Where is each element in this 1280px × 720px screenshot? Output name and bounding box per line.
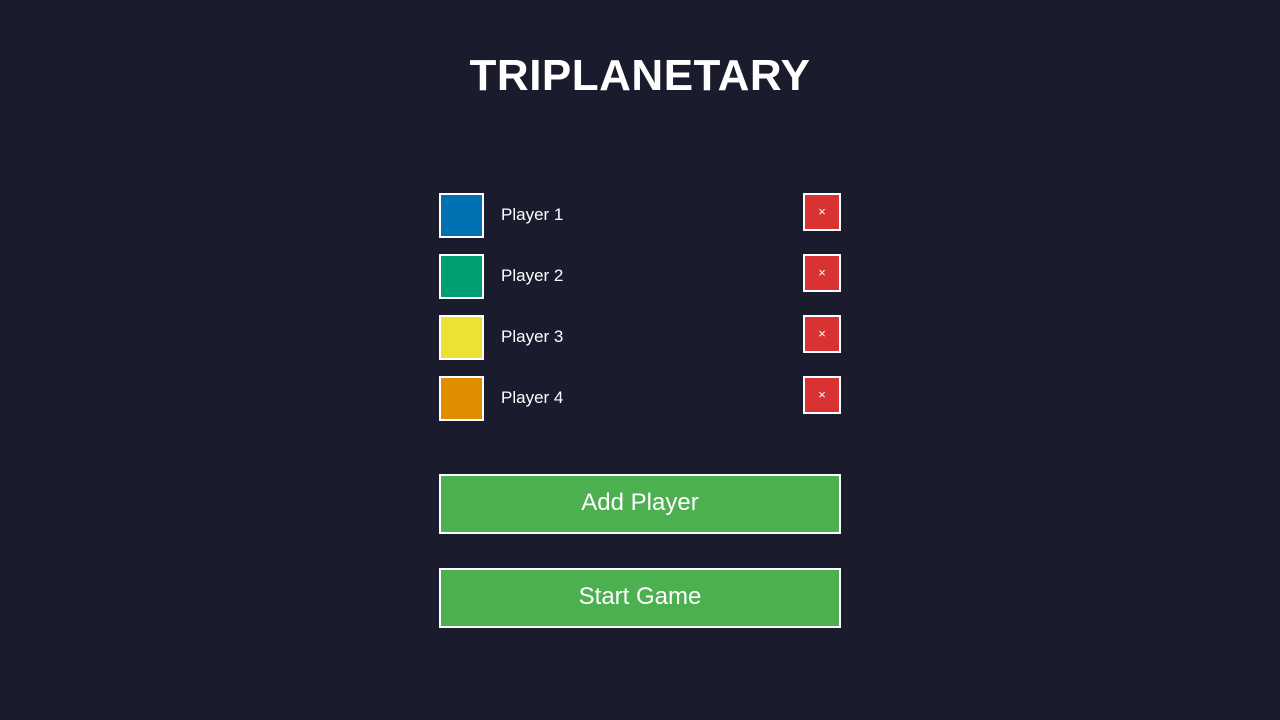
player-color-swatch[interactable]: [439, 193, 484, 238]
player-name: Player 4: [501, 388, 564, 407]
player-list: Player 1 × Player 2 × Player 3 × Player …: [439, 193, 841, 437]
player-row: Player 1 ×: [439, 193, 841, 238]
player-name: Player 1: [501, 205, 564, 224]
player-name: Player 2: [501, 266, 564, 285]
player-row: Player 2 ×: [439, 254, 841, 299]
game-title: TRIPLANETARY: [469, 51, 811, 100]
player-color-swatch[interactable]: [439, 254, 484, 299]
player-color-swatch[interactable]: [439, 315, 484, 360]
remove-player-button[interactable]: ×: [803, 376, 841, 414]
remove-player-button[interactable]: ×: [803, 193, 841, 231]
remove-player-button[interactable]: ×: [803, 254, 841, 292]
player-name: Player 3: [501, 327, 564, 346]
remove-player-button[interactable]: ×: [803, 315, 841, 353]
player-row: Player 4 ×: [439, 376, 841, 421]
add-player-button[interactable]: Add Player: [439, 474, 841, 534]
player-color-swatch[interactable]: [439, 376, 484, 421]
player-row: Player 3 ×: [439, 315, 841, 360]
start-game-button[interactable]: Start Game: [439, 568, 841, 628]
